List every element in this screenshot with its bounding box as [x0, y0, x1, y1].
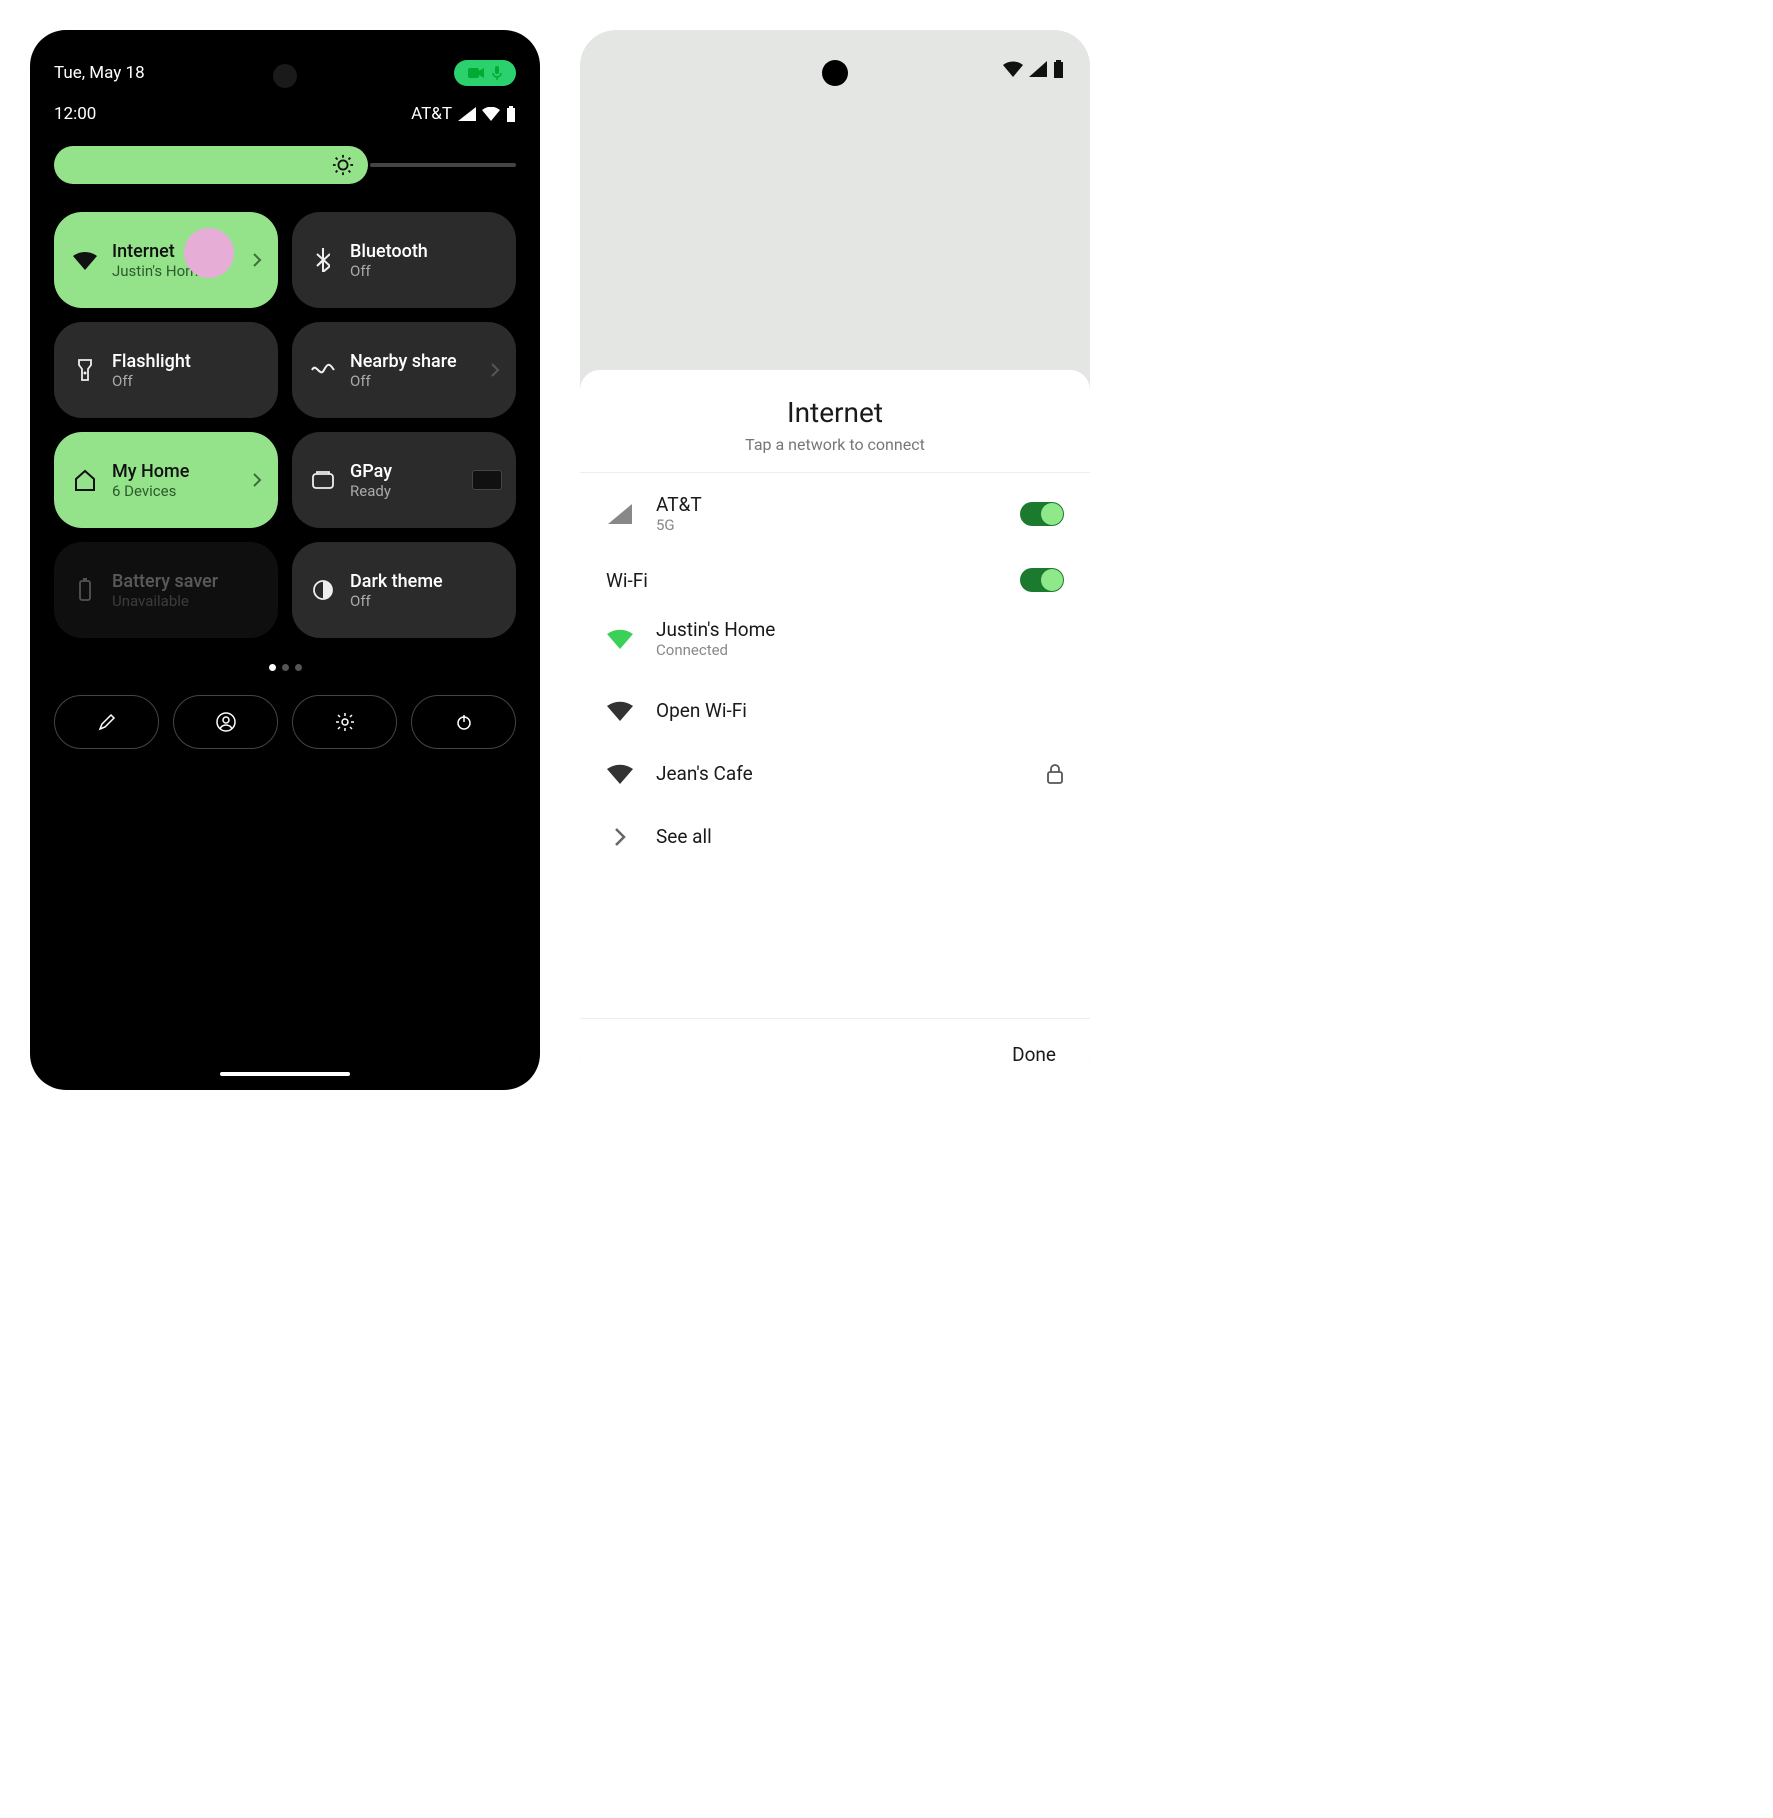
tile-title: Bluetooth: [350, 241, 428, 262]
chevron-right-icon: [252, 252, 262, 268]
signal-icon: [1029, 61, 1047, 77]
qs-tile-nearby-share[interactable]: Nearby shareOff: [292, 322, 516, 418]
power-button[interactable]: [411, 695, 516, 749]
tile-title: Nearby share: [350, 351, 457, 372]
tile-subtitle: Off: [350, 262, 428, 280]
page-indicator: [54, 664, 516, 671]
bluetooth-icon: [310, 248, 336, 272]
tile-subtitle: 6 Devices: [112, 482, 189, 500]
wifi-icon: [606, 629, 634, 649]
chevron-right-icon: [252, 472, 262, 488]
qs-tile-dark-theme[interactable]: Dark themeOff: [292, 542, 516, 638]
wifi-icon: [482, 107, 500, 121]
tile-title: Battery saver: [112, 571, 218, 592]
gesture-bar[interactable]: [220, 1072, 350, 1076]
tile-title: GPay: [350, 461, 392, 482]
time-label: 12:00: [54, 104, 96, 124]
sheet-subtitle: Tap a network to connect: [580, 435, 1090, 454]
camera-icon: [468, 67, 484, 79]
edit-button[interactable]: [54, 695, 159, 749]
page-dot: [282, 664, 289, 671]
user-icon: [216, 712, 236, 732]
qs-tile-flashlight[interactable]: FlashlightOff: [54, 322, 278, 418]
network-status: Connected: [656, 641, 775, 659]
brightness-slider[interactable]: [54, 146, 516, 184]
wifi-icon: [1003, 61, 1023, 77]
sheet-header: Internet Tap a network to connect: [580, 370, 1090, 473]
gear-icon: [335, 712, 355, 732]
battery-icon: [506, 106, 516, 122]
battery-icon: [1053, 60, 1064, 78]
network-list: Justin's HomeConnected Open Wi-Fi Jean's C…: [580, 598, 1090, 805]
power-icon: [455, 713, 473, 731]
flashlight-icon: [72, 358, 98, 382]
qs-tiles-grid: InternetJustin's HomeBluetoothOffFlashli…: [54, 212, 516, 638]
signal-icon: [608, 504, 632, 524]
mic-icon: [492, 66, 502, 80]
see-all-row[interactable]: See all: [580, 805, 1090, 868]
mobile-name: AT&T: [656, 493, 702, 516]
nearby-icon: [310, 362, 336, 378]
internet-sheet: Internet Tap a network to connect AT&T 5…: [580, 370, 1090, 1090]
mobile-network-row[interactable]: AT&T 5G: [580, 473, 1090, 554]
signal-icon: [458, 107, 476, 121]
qs-footer: [54, 695, 516, 749]
mobile-toggle[interactable]: [1020, 502, 1064, 526]
date-label: Tue, May 18: [54, 63, 145, 83]
brightness-icon: [332, 154, 354, 176]
home-icon: [72, 469, 98, 491]
tap-indicator: [184, 228, 234, 278]
card-thumbnail: [472, 470, 502, 490]
camera-hole-icon: [273, 64, 297, 88]
battery-icon: [72, 578, 98, 602]
tile-subtitle: Off: [350, 592, 443, 610]
tile-subtitle: Unavailable: [112, 592, 218, 610]
contrast-icon: [310, 579, 336, 601]
network-name: Jean's Cafe: [656, 762, 753, 785]
done-button[interactable]: Done: [580, 1019, 1090, 1090]
network-row[interactable]: Open Wi-Fi: [580, 679, 1090, 742]
tile-subtitle: Off: [350, 372, 457, 390]
quick-settings-panel: Tue, May 18 12:00 AT&T InternetJustin's …: [30, 30, 540, 1090]
recording-indicator[interactable]: [454, 60, 516, 86]
status-bar-right: [1003, 60, 1064, 78]
user-button[interactable]: [173, 695, 278, 749]
chevron-right-icon: [490, 362, 500, 378]
camera-hole-icon: [822, 60, 848, 86]
tile-subtitle: Ready: [350, 482, 392, 500]
wallet-icon: [310, 470, 336, 490]
tile-title: My Home: [112, 461, 189, 482]
internet-panel-phone: Internet Tap a network to connect AT&T 5…: [580, 30, 1090, 1090]
lock-icon: [1046, 763, 1064, 785]
mobile-sub: 5G: [656, 516, 702, 534]
carrier-label: AT&T: [411, 104, 452, 124]
wifi-section: Wi-Fi: [580, 554, 1090, 598]
pencil-icon: [98, 713, 116, 731]
settings-button[interactable]: [292, 695, 397, 749]
qs-tile-internet[interactable]: InternetJustin's Home: [54, 212, 278, 308]
page-dot: [295, 664, 302, 671]
qs-tile-my-home[interactable]: My Home6 Devices: [54, 432, 278, 528]
wifi-icon: [72, 250, 98, 270]
qs-tile-battery-saver[interactable]: Battery saverUnavailable: [54, 542, 278, 638]
see-all-label: See all: [656, 825, 712, 848]
network-row[interactable]: Justin's HomeConnected: [580, 598, 1090, 679]
tile-subtitle: Off: [112, 372, 191, 390]
network-row[interactable]: Jean's Cafe: [580, 742, 1090, 805]
network-name: Justin's Home: [656, 618, 775, 641]
chevron-right-icon: [613, 827, 627, 847]
wifi-toggle[interactable]: [1020, 568, 1064, 592]
wifi-icon: [606, 764, 634, 784]
tile-title: Dark theme: [350, 571, 443, 592]
sheet-title: Internet: [580, 396, 1090, 429]
qs-tile-gpay[interactable]: GPayReady: [292, 432, 516, 528]
wifi-label: Wi-Fi: [606, 569, 648, 592]
qs-tile-bluetooth[interactable]: BluetoothOff: [292, 212, 516, 308]
status-bar-second: 12:00 AT&T: [54, 104, 516, 124]
network-name: Open Wi-Fi: [656, 699, 747, 722]
tile-title: Flashlight: [112, 351, 191, 372]
wifi-icon: [606, 701, 634, 721]
page-dot: [269, 664, 276, 671]
